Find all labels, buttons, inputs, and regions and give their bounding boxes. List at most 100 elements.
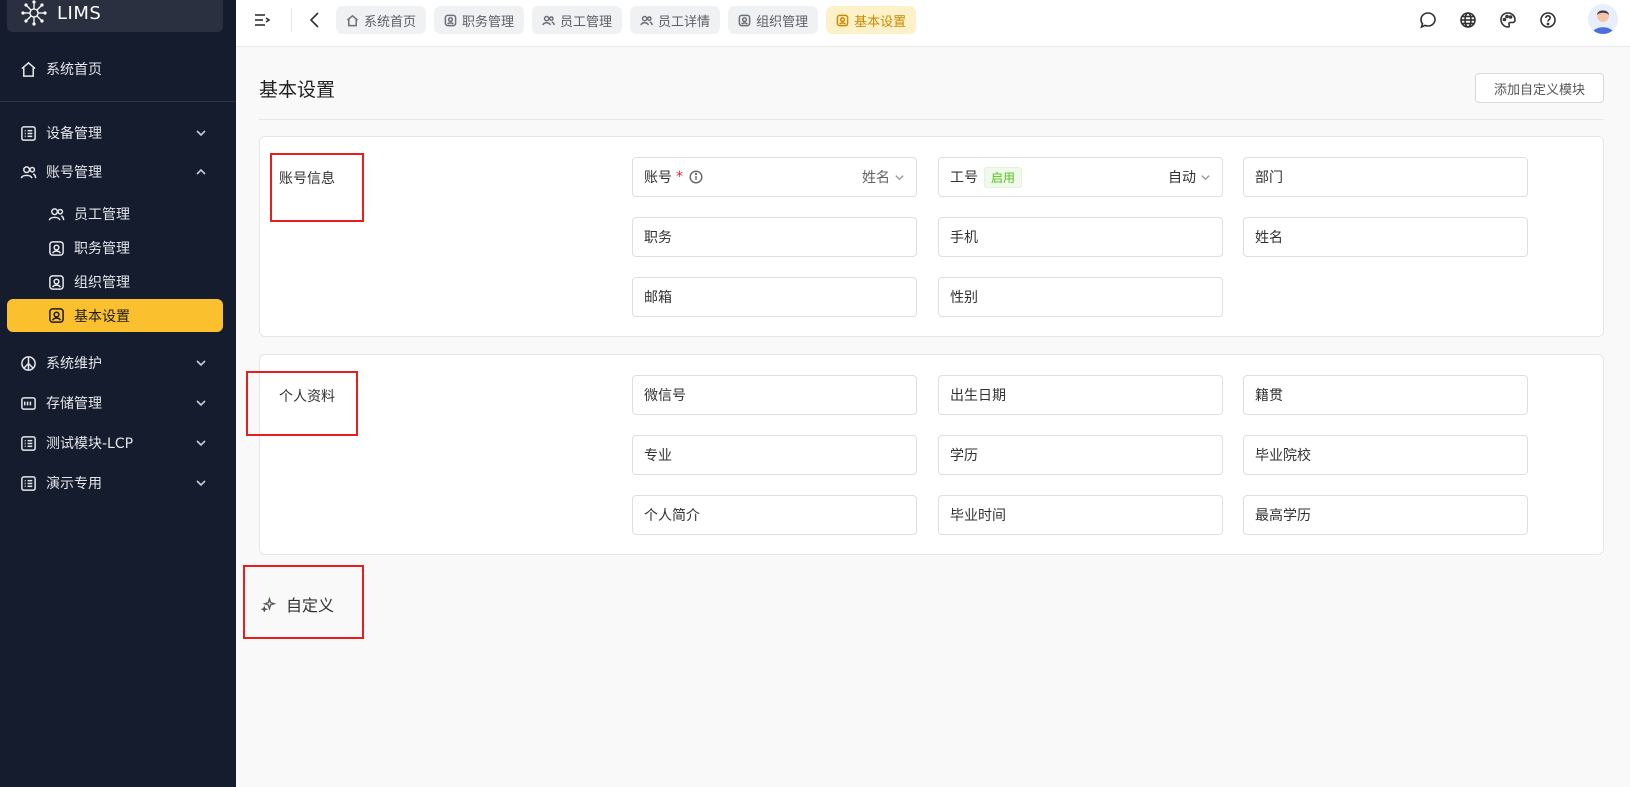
badge-icon	[836, 14, 849, 26]
badge-icon	[47, 273, 65, 291]
gender-field[interactable]: 性别	[938, 277, 1223, 317]
school-field[interactable]: 毕业院校	[1243, 435, 1528, 475]
field-label: 籍贯	[1255, 388, 1283, 404]
field-label: 账号	[644, 170, 672, 186]
wechat-field[interactable]: 微信号	[632, 375, 917, 415]
topbar-divider	[291, 8, 292, 32]
list-icon	[19, 124, 37, 142]
sidebar-item-account[interactable]: 账号管理	[7, 155, 223, 189]
sidebar-item-storage[interactable]: 存储管理	[7, 386, 223, 420]
field-label: 毕业院校	[1255, 448, 1311, 464]
sidebar-item-demo[interactable]: 演示专用	[7, 466, 223, 500]
title-divider	[259, 119, 1604, 120]
field-label: 专业	[644, 448, 672, 464]
major-field[interactable]: 专业	[632, 435, 917, 475]
help-icon[interactable]	[1538, 10, 1558, 30]
sidebar-item-label: 存储管理	[46, 396, 102, 412]
sidebar-item-device[interactable]: 设备管理	[7, 116, 223, 150]
job-number-mode-select[interactable]: 自动	[1168, 167, 1211, 187]
badge-icon	[47, 239, 65, 257]
storage-icon	[19, 394, 37, 412]
chevron-down-icon	[195, 437, 207, 449]
peace-icon	[19, 354, 37, 372]
graduation-time-field[interactable]: 毕业时间	[938, 495, 1223, 535]
home-icon	[19, 60, 37, 78]
birthday-field[interactable]: 出生日期	[938, 375, 1223, 415]
users-icon	[19, 163, 37, 181]
education-field[interactable]: 学历	[938, 435, 1223, 475]
add-custom-module-button[interactable]: 添加自定义模块	[1475, 73, 1604, 103]
sidebar-item-label: 基本设置	[74, 308, 130, 325]
field-label: 姓名	[1255, 230, 1283, 246]
list-icon	[19, 474, 37, 492]
field-label: 毕业时间	[950, 508, 1006, 524]
users-icon	[47, 205, 65, 223]
sidebar-item-employee[interactable]: 员工管理	[7, 197, 223, 231]
brand[interactable]: LIMS	[7, 0, 223, 32]
message-icon[interactable]	[1418, 10, 1438, 30]
list-icon	[19, 434, 37, 452]
field-label: 学历	[950, 448, 978, 464]
sidebar-item-test-lcp[interactable]: 测试模块-LCP	[7, 426, 223, 460]
name-field[interactable]: 姓名	[1243, 217, 1528, 257]
sidebar-item-maintenance[interactable]: 系统维护	[7, 346, 223, 380]
select-value: 姓名	[862, 170, 890, 186]
tab-employee-detail[interactable]: 员工详情	[630, 6, 721, 34]
tab-label: 组织管理	[756, 14, 809, 30]
tab-home[interactable]: 系统首页	[336, 6, 427, 34]
sidebar-item-label: 员工管理	[74, 207, 130, 223]
badge-icon	[47, 307, 65, 325]
job-number-field[interactable]: 工号 启用 自动	[938, 157, 1223, 197]
back-icon[interactable]	[305, 10, 325, 30]
tab-label: 员工管理	[560, 14, 613, 30]
sidebar-item-organization[interactable]: 组织管理	[7, 265, 223, 299]
account-type-select[interactable]: 姓名	[862, 167, 905, 187]
tab-label: 系统首页	[364, 14, 417, 30]
enabled-badge: 启用	[984, 166, 1023, 188]
field-label: 工号	[950, 170, 978, 186]
users-icon	[640, 15, 653, 25]
required-mark: *	[676, 169, 683, 185]
field-label: 职务	[644, 230, 672, 246]
field-label: 个人简介	[644, 508, 700, 524]
globe-icon[interactable]	[1458, 10, 1478, 30]
native-place-field[interactable]: 籍贯	[1243, 375, 1528, 415]
email-field[interactable]: 邮箱	[632, 277, 917, 317]
info-icon[interactable]	[689, 170, 703, 184]
position-field[interactable]: 职务	[632, 217, 917, 257]
account-field[interactable]: 账号 * 姓名	[632, 157, 917, 197]
field-label: 微信号	[644, 388, 686, 404]
brand-name: LIMS	[57, 2, 102, 24]
sidebar-item-label: 系统维护	[46, 356, 102, 372]
annotation-box	[246, 371, 358, 436]
palette-icon[interactable]	[1498, 10, 1518, 30]
field-label: 部门	[1255, 170, 1283, 186]
mobile-field[interactable]: 手机	[938, 217, 1223, 257]
sidebar-item-label: 演示专用	[46, 476, 102, 492]
field-label: 最高学历	[1255, 508, 1311, 524]
field-label: 手机	[950, 230, 978, 246]
sidebar-item-position[interactable]: 职务管理	[7, 231, 223, 265]
sidebar-item-home[interactable]: 系统首页	[7, 52, 223, 86]
sidebar-divider	[0, 101, 236, 102]
account-info-card: 账号信息 账号 * 姓名 工号 启用 自动 部门 职务 手机 姓名 邮箱 性别	[259, 136, 1604, 337]
highest-degree-field[interactable]: 最高学历	[1243, 495, 1528, 535]
field-label: 性别	[950, 290, 978, 306]
field-label: 邮箱	[644, 290, 672, 306]
department-field[interactable]: 部门	[1243, 157, 1528, 197]
tab-basic-settings[interactable]: 基本设置	[826, 6, 917, 34]
chevron-down-icon	[195, 477, 207, 489]
sidebar: LIMS 系统首页 设备管理 账号管理 员工管理 职务管理 组织管理 基本设置 …	[0, 0, 236, 787]
menu-fold-icon[interactable]	[252, 10, 272, 30]
tab-employee[interactable]: 员工管理	[532, 6, 623, 34]
tab-organization[interactable]: 组织管理	[728, 6, 819, 34]
annotation-box	[270, 153, 364, 222]
chevron-down-icon	[1201, 174, 1210, 180]
tab-position[interactable]: 职务管理	[434, 6, 525, 34]
tab-label: 员工详情	[658, 14, 711, 30]
annotation-box	[243, 565, 364, 639]
avatar[interactable]	[1588, 4, 1618, 34]
intro-field[interactable]: 个人简介	[632, 495, 917, 535]
sidebar-item-basic-settings[interactable]: 基本设置	[7, 299, 223, 332]
tab-bar: 系统首页 职务管理 员工管理 员工详情 组织管理 基本设置	[336, 6, 917, 34]
